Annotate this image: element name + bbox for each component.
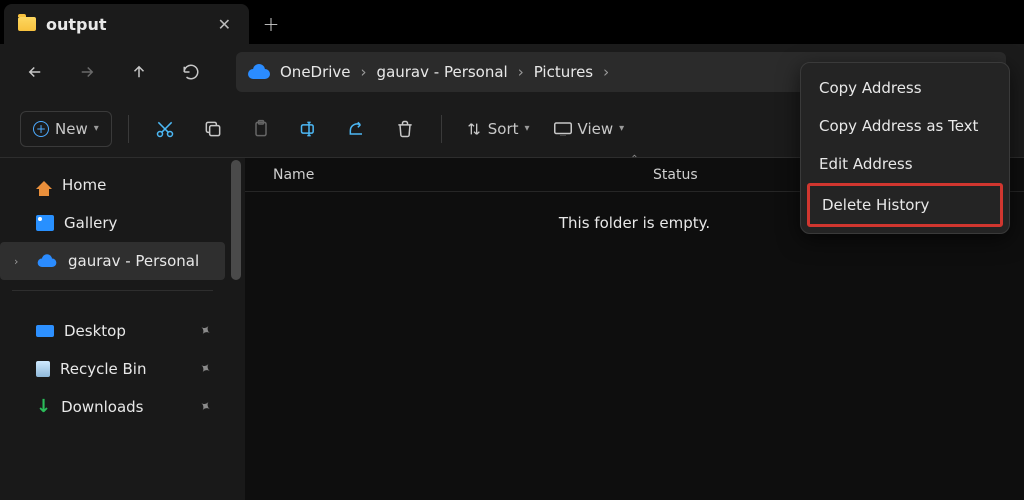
refresh-button[interactable] bbox=[174, 55, 208, 89]
ctx-delete-history[interactable]: Delete History bbox=[807, 183, 1003, 227]
new-button[interactable]: + New ▾ bbox=[20, 111, 112, 147]
sidebar-item-gallery[interactable]: Gallery bbox=[0, 204, 225, 242]
chevron-right-icon: › bbox=[361, 63, 367, 81]
tab-bar: output ✕ + bbox=[0, 0, 1024, 44]
rename-button[interactable] bbox=[289, 111, 329, 147]
sidebar-item-recycle-bin[interactable]: Recycle Bin ✦ bbox=[0, 350, 225, 388]
plus-circle-icon: + bbox=[33, 121, 49, 137]
tab-title: output bbox=[46, 15, 107, 34]
address-context-menu: Copy Address Copy Address as Text Edit A… bbox=[800, 62, 1010, 234]
sidebar-item-label: Gallery bbox=[64, 214, 117, 232]
scrollbar-thumb[interactable] bbox=[231, 160, 241, 280]
sort-label: Sort bbox=[488, 120, 519, 138]
back-button[interactable] bbox=[18, 55, 52, 89]
sidebar: Home Gallery › gaurav - Personal Desktop… bbox=[0, 158, 245, 500]
folder-icon bbox=[18, 17, 36, 31]
sidebar-item-downloads[interactable]: ↓ Downloads ✦ bbox=[0, 388, 225, 426]
new-label: New bbox=[55, 120, 88, 138]
download-icon: ↓ bbox=[36, 400, 51, 414]
share-button[interactable] bbox=[337, 111, 377, 147]
ctx-copy-address-text[interactable]: Copy Address as Text bbox=[807, 107, 1003, 145]
desktop-icon bbox=[36, 325, 54, 337]
breadcrumb-user[interactable]: gaurav - Personal bbox=[377, 63, 508, 81]
new-tab-button[interactable]: + bbox=[249, 4, 293, 44]
ctx-edit-address[interactable]: Edit Address bbox=[807, 145, 1003, 183]
home-icon bbox=[36, 181, 52, 189]
forward-button[interactable] bbox=[70, 55, 104, 89]
onedrive-icon bbox=[248, 65, 270, 79]
close-tab-button[interactable]: ✕ bbox=[214, 13, 235, 36]
separator bbox=[12, 290, 213, 308]
chevron-down-icon: ▾ bbox=[619, 123, 624, 134]
sidebar-item-personal[interactable]: › gaurav - Personal bbox=[0, 242, 225, 280]
chevron-down-icon: ▾ bbox=[94, 123, 99, 134]
sort-button[interactable]: Sort ▾ bbox=[458, 111, 538, 147]
separator bbox=[128, 115, 129, 143]
pin-icon[interactable]: ✦ bbox=[196, 321, 215, 341]
sidebar-item-label: Home bbox=[62, 176, 106, 194]
sidebar-item-label: Desktop bbox=[64, 322, 126, 340]
chevron-right-icon: › bbox=[518, 63, 524, 81]
recycle-bin-icon bbox=[36, 361, 50, 377]
up-button[interactable] bbox=[122, 55, 156, 89]
sidebar-item-home[interactable]: Home bbox=[0, 166, 225, 204]
copy-button[interactable] bbox=[193, 111, 233, 147]
sidebar-item-label: Recycle Bin bbox=[60, 360, 146, 378]
pin-icon[interactable]: ✦ bbox=[196, 359, 215, 379]
sort-indicator-icon: ⌃ bbox=[630, 154, 638, 165]
chevron-down-icon: ▾ bbox=[525, 123, 530, 134]
gallery-icon bbox=[36, 215, 54, 231]
chevron-right-icon: › bbox=[603, 63, 609, 81]
sidebar-item-label: gaurav - Personal bbox=[68, 252, 199, 270]
pin-icon[interactable]: ✦ bbox=[196, 397, 215, 417]
ctx-copy-address[interactable]: Copy Address bbox=[807, 69, 1003, 107]
view-label: View bbox=[578, 120, 614, 138]
column-header-name[interactable]: Name bbox=[273, 167, 653, 183]
chevron-right-icon[interactable]: › bbox=[14, 255, 26, 268]
view-button[interactable]: View ▾ bbox=[546, 111, 633, 147]
separator bbox=[441, 115, 442, 143]
sidebar-item-label: Downloads bbox=[61, 398, 143, 416]
cut-button[interactable] bbox=[145, 111, 185, 147]
sidebar-item-desktop[interactable]: Desktop ✦ bbox=[0, 312, 225, 350]
paste-button[interactable] bbox=[241, 111, 281, 147]
tab-output[interactable]: output ✕ bbox=[4, 4, 249, 44]
delete-button[interactable] bbox=[385, 111, 425, 147]
breadcrumb-folder[interactable]: Pictures bbox=[534, 63, 593, 81]
breadcrumb-root[interactable]: OneDrive bbox=[280, 63, 351, 81]
onedrive-icon bbox=[38, 255, 57, 267]
